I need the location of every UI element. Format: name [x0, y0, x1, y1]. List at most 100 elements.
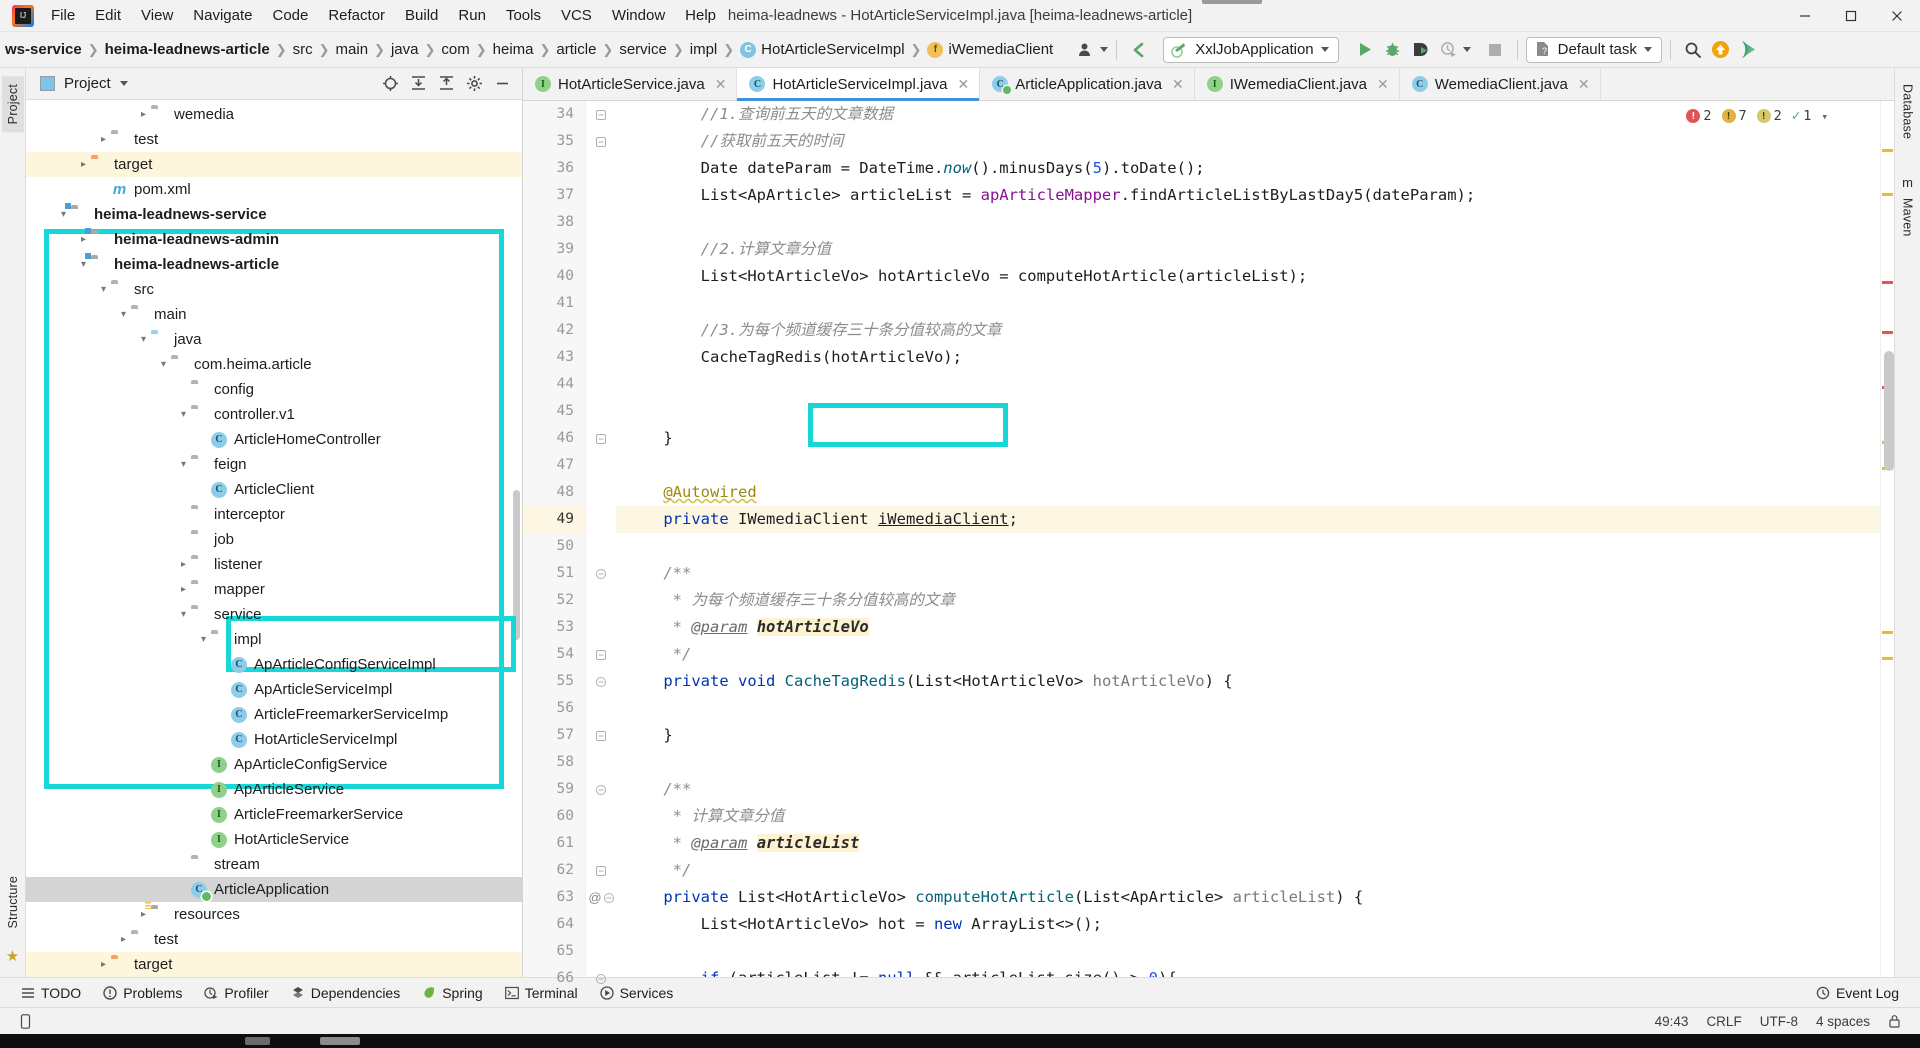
line-number-52[interactable]: 52 — [523, 587, 585, 614]
line-number-65[interactable]: 65 — [523, 938, 585, 965]
tree-node-wemedia[interactable]: ▸ wemedia — [26, 102, 522, 127]
tree-node-test[interactable]: ▸ test — [26, 127, 522, 152]
breadcrumb-item-1[interactable]: heima-leadnews-article — [100, 39, 275, 60]
tree-node-listener[interactable]: ▸ listener — [26, 552, 522, 577]
line-number-59[interactable]: 59 — [523, 776, 585, 803]
breadcrumb-item-3[interactable]: main — [331, 39, 374, 60]
project-tree[interactable]: ▸ wemedia ▸ test ▸ target m pom.xml ▾ heima-leadn… — [26, 100, 522, 977]
line-number-43[interactable]: 43 — [523, 344, 585, 371]
tool-window-tab-database[interactable]: Database — [1897, 76, 1919, 147]
breadcrumb-item-10[interactable]: C HotArticleServiceImpl — [735, 39, 909, 60]
locate-icon[interactable] — [378, 72, 402, 96]
chevron-down-icon[interactable] — [119, 81, 128, 86]
code-folding-gutter[interactable]: @ — [586, 101, 616, 984]
breadcrumb-item-7[interactable]: article — [551, 39, 601, 60]
tree-node-src[interactable]: ▾ src — [26, 277, 522, 302]
line-number-58[interactable]: 58 — [523, 749, 585, 776]
line-number-50[interactable]: 50 — [523, 533, 585, 560]
profiler-icon[interactable] — [1435, 37, 1463, 63]
breadcrumb-item-11[interactable]: f iWemediaClient — [922, 39, 1058, 60]
tree-node-articlefreemarkerservice[interactable]: I ArticleFreemarkerService — [26, 802, 522, 827]
line-number-64[interactable]: 64 — [523, 911, 585, 938]
line-number-60[interactable]: 60 — [523, 803, 585, 830]
user-icon[interactable] — [1072, 37, 1100, 63]
tree-node-heima-leadnews-service[interactable]: ▾ heima-leadnews-service — [26, 202, 522, 227]
tree-node-resources[interactable]: ▸ resources — [26, 902, 522, 927]
memory-indicator-icon[interactable] — [10, 1012, 41, 1031]
breadcrumb[interactable]: ws-service ❯ heima-leadnews-article ❯ sr… — [0, 39, 1058, 60]
tree-node-hotarticleserviceimpl[interactable]: C HotArticleServiceImpl — [26, 727, 522, 752]
tree-node-main[interactable]: ▾ main — [26, 302, 522, 327]
line-number-55[interactable]: 55 — [523, 668, 585, 695]
fold-marker[interactable] — [586, 776, 616, 803]
chevron-down-icon[interactable]: ▾ — [176, 607, 191, 622]
line-number-35[interactable]: 35 — [523, 128, 585, 155]
stripe-marker[interactable] — [1882, 631, 1893, 634]
fold-marker[interactable] — [586, 128, 616, 155]
close-icon[interactable]: ✕ — [1578, 76, 1590, 93]
chevron-right-icon[interactable]: ▸ — [116, 932, 131, 947]
weak-warning-count-badge[interactable]: ! 2 — [1756, 108, 1782, 124]
editor-tab-bar[interactable]: I HotArticleService.java ✕ C HotArticleServi… — [523, 68, 1894, 101]
bottom-tab-spring[interactable]: Spring — [411, 982, 493, 1004]
line-number-46[interactable]: 46 — [523, 425, 585, 452]
stripe-marker[interactable] — [1882, 281, 1893, 284]
bottom-tab-todo[interactable]: TODO — [10, 982, 92, 1004]
menu-window[interactable]: Window — [603, 4, 674, 27]
code-text-area[interactable]: //1.查询前五天的文章数据 //获取前五天的时间 Date dateParam… — [616, 101, 1880, 977]
window-controls[interactable] — [1782, 0, 1920, 32]
tree-node-aparticleconfigservice[interactable]: I ApArticleConfigService — [26, 752, 522, 777]
line-number-53[interactable]: 53 — [523, 614, 585, 641]
fold-marker[interactable] — [586, 101, 616, 128]
maximize-button[interactable] — [1828, 0, 1874, 32]
menu-navigate[interactable]: Navigate — [184, 4, 261, 27]
bottom-tab-dependencies[interactable]: Dependencies — [280, 982, 412, 1004]
editor-scrollbar-thumb[interactable] — [1884, 351, 1894, 471]
tree-node-mapper[interactable]: ▸ mapper — [26, 577, 522, 602]
update-project-icon[interactable] — [1707, 37, 1735, 63]
line-number-40[interactable]: 40 — [523, 263, 585, 290]
chevron-down-icon[interactable]: ▾ — [176, 457, 191, 472]
tree-node-target[interactable]: ▸ target — [26, 152, 522, 177]
favorites-star-icon[interactable]: ★ — [6, 947, 19, 965]
chevron-down-icon[interactable]: ▾ — [1821, 110, 1828, 123]
menu-code[interactable]: Code — [263, 4, 317, 27]
close-icon[interactable]: ✕ — [715, 76, 727, 93]
tree-node-hotarticleservice[interactable]: I HotArticleService — [26, 827, 522, 852]
ide-helper-icon[interactable] — [1735, 37, 1763, 63]
event-log-button[interactable]: Event Log — [1805, 982, 1910, 1004]
editor-tab-hotarticleserviceimpl-java[interactable]: C HotArticleServiceImpl.java ✕ — [737, 68, 981, 101]
tree-node-pom-xml[interactable]: m pom.xml — [26, 177, 522, 202]
bottom-tab-profiler[interactable]: Profiler — [193, 982, 279, 1004]
tree-node-aparticleserviceimpl[interactable]: C ApArticleServiceImpl — [26, 677, 522, 702]
code-editor[interactable]: 34 35 36 37 38 39 40 41 42 43 44 45 46 47 48 49 50 51 52 53… — [523, 101, 1894, 986]
run-icon[interactable] — [1351, 37, 1379, 63]
line-number-54[interactable]: 54 — [523, 641, 585, 668]
chevron-down-icon[interactable]: ▾ — [96, 282, 111, 297]
chevron-down-icon[interactable]: ▾ — [196, 632, 211, 647]
tree-node-service[interactable]: ▾ service — [26, 602, 522, 627]
line-number-41[interactable]: 41 — [523, 290, 585, 317]
line-number-42[interactable]: 42 — [523, 317, 585, 344]
user-dropdown-caret-icon[interactable] — [1100, 47, 1109, 52]
stripe-marker[interactable] — [1882, 331, 1893, 334]
fold-marker[interactable] — [586, 560, 616, 587]
tree-node-impl[interactable]: ▾ impl — [26, 627, 522, 652]
line-number-61[interactable]: 61 — [523, 830, 585, 857]
line-number-62[interactable]: 62 — [523, 857, 585, 884]
chevron-down-icon[interactable]: ▾ — [156, 357, 171, 372]
menu-vcs[interactable]: VCS — [552, 4, 601, 27]
stripe-marker[interactable] — [1882, 193, 1893, 196]
menu-file[interactable]: File — [42, 4, 84, 27]
tree-node-heima-leadnews-admin[interactable]: ▸ heima-leadnews-admin — [26, 227, 522, 252]
project-panel-title[interactable]: Project — [40, 75, 128, 92]
breadcrumb-item-5[interactable]: com — [436, 39, 474, 60]
profiler-dropdown-caret-icon[interactable] — [1462, 47, 1471, 52]
chevron-down-icon[interactable] — [1643, 47, 1652, 52]
tool-window-tab-project[interactable]: Project — [1, 76, 24, 133]
chevron-right-icon[interactable]: ▸ — [96, 132, 111, 147]
close-icon[interactable]: ✕ — [958, 76, 970, 93]
file-encoding[interactable]: UTF-8 — [1751, 1012, 1807, 1031]
tree-node-com-heima-article[interactable]: ▾ com.heima.article — [26, 352, 522, 377]
fold-marker[interactable]: @ — [586, 884, 616, 911]
